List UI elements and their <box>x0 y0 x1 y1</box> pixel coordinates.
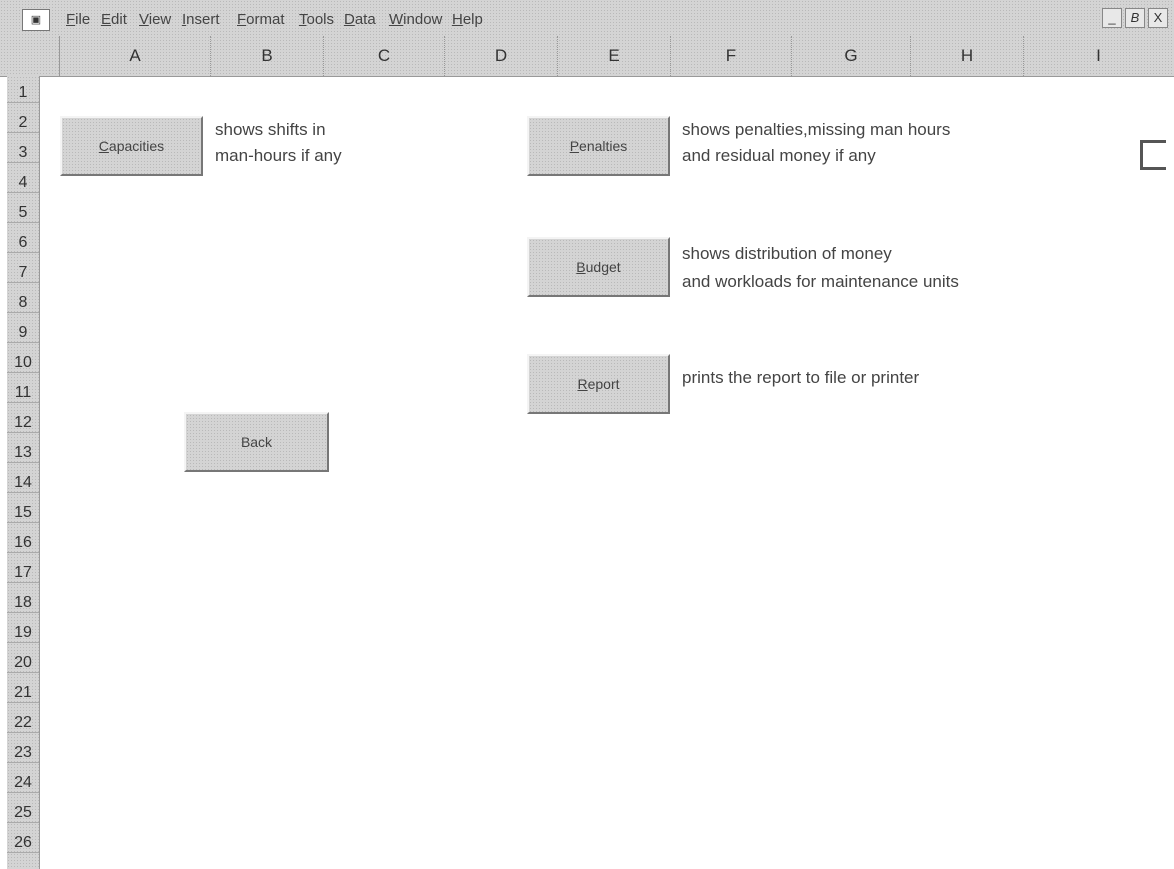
menu-insert[interactable]: Insert <box>182 11 220 28</box>
row-header-13[interactable]: 13 <box>7 444 39 463</box>
column-header-a[interactable]: A <box>60 36 211 76</box>
budget-button[interactable]: Budget <box>527 237 670 297</box>
menu-bar: ▣ File Edit View Insert Format Tools Dat… <box>0 0 1174 36</box>
column-header-d[interactable]: D <box>445 36 558 76</box>
menu-tools[interactable]: Tools <box>299 11 334 28</box>
report-button-label: Report <box>577 376 620 392</box>
menu-format[interactable]: Format <box>237 11 285 28</box>
close-icon[interactable]: X <box>1148 8 1168 28</box>
report-button[interactable]: Report <box>527 354 670 414</box>
row-header-12[interactable]: 12 <box>7 414 39 433</box>
row-header-22[interactable]: 22 <box>7 714 39 733</box>
row-header-14[interactable]: 14 <box>7 474 39 493</box>
penalties-button-label: Penalties <box>569 138 628 154</box>
row-header-26[interactable]: 26 <box>7 834 39 853</box>
row-header-19[interactable]: 19 <box>7 624 39 643</box>
row-header-7[interactable]: 7 <box>7 264 39 283</box>
penalties-description-line1: shows penalties,missing man hours <box>682 120 951 139</box>
column-header-h[interactable]: H <box>911 36 1024 76</box>
budget-button-label: Budget <box>576 259 621 275</box>
row-header-21[interactable]: 21 <box>7 684 39 703</box>
column-header-g[interactable]: G <box>792 36 911 76</box>
budget-description-line1: shows distribution of money <box>682 244 892 263</box>
minimize-icon[interactable]: _ <box>1102 8 1122 28</box>
row-header-3[interactable]: 3 <box>7 144 39 163</box>
column-header-c[interactable]: C <box>324 36 445 76</box>
back-button[interactable]: Back <box>184 412 329 472</box>
select-all-corner[interactable] <box>7 36 60 76</box>
report-description: prints the report to file or printer <box>682 368 920 387</box>
row-header-16[interactable]: 16 <box>7 534 39 553</box>
capacities-button[interactable]: Capacities <box>60 116 203 176</box>
row-header-17[interactable]: 17 <box>7 564 39 583</box>
row-header-18[interactable]: 18 <box>7 594 39 613</box>
menu-edit[interactable]: Edit <box>101 11 127 28</box>
row-header-10[interactable]: 10 <box>7 354 39 373</box>
column-header-b[interactable]: B <box>211 36 324 76</box>
row-header-15[interactable]: 15 <box>7 504 39 523</box>
row-header-11[interactable]: 11 <box>7 384 39 403</box>
row-header-9[interactable]: 9 <box>7 324 39 343</box>
row-header-5[interactable]: 5 <box>7 204 39 223</box>
capacities-description-line1: shows shifts in <box>215 120 326 139</box>
menu-window[interactable]: Window <box>389 11 442 28</box>
workbook-icon[interactable]: ▣ <box>22 9 50 31</box>
column-header: A B C D E F G H I <box>0 36 1174 77</box>
back-button-label: Back <box>240 434 273 450</box>
capacities-button-label: Capacities <box>98 138 165 154</box>
capacities-description-line2: man-hours if any <box>215 146 342 165</box>
budget-description-line2: and workloads for maintenance units <box>682 272 959 291</box>
menu-data[interactable]: Data <box>344 11 376 28</box>
menu-help[interactable]: Help <box>452 11 483 28</box>
row-header-4[interactable]: 4 <box>7 174 39 193</box>
row-header-23[interactable]: 23 <box>7 744 39 763</box>
column-header-f[interactable]: F <box>671 36 792 76</box>
row-header-8[interactable]: 8 <box>7 294 39 313</box>
penalties-button[interactable]: Penalties <box>527 116 670 176</box>
menu-file[interactable]: File <box>66 11 90 28</box>
row-header-1[interactable]: 1 <box>7 84 39 103</box>
row-header-6[interactable]: 6 <box>7 234 39 253</box>
penalties-description-line2: and residual money if any <box>682 146 876 165</box>
column-header-i[interactable]: I <box>1024 36 1173 76</box>
row-header-2[interactable]: 2 <box>7 114 39 133</box>
row-header-24[interactable]: 24 <box>7 774 39 793</box>
row-header: 1 2 3 4 5 6 7 8 9 10 11 12 13 14 15 16 1… <box>7 76 40 869</box>
restore-icon[interactable]: B <box>1125 8 1145 28</box>
column-header-e[interactable]: E <box>558 36 671 76</box>
row-header-25[interactable]: 25 <box>7 804 39 823</box>
menu-view[interactable]: View <box>139 11 171 28</box>
selection-marker <box>1140 140 1166 170</box>
row-header-20[interactable]: 20 <box>7 654 39 673</box>
